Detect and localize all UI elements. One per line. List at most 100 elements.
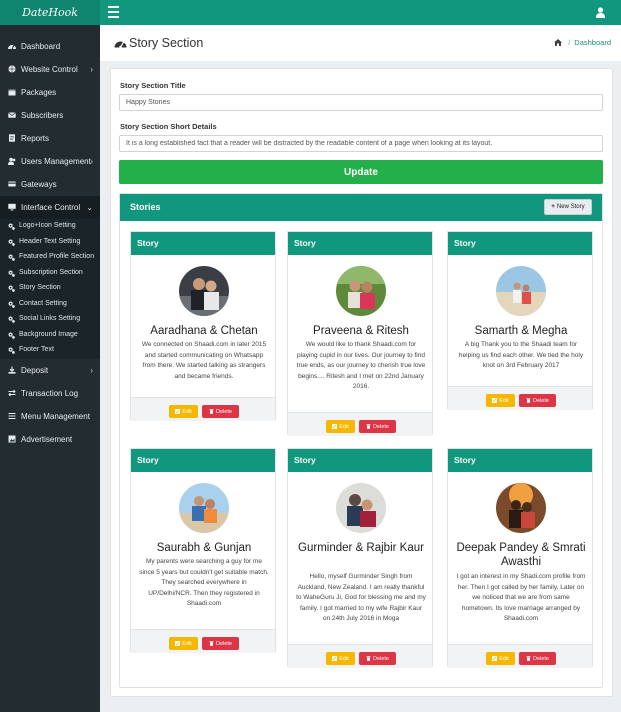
sidebar-item-label: Menu Management — [21, 412, 90, 421]
story-card-footer: Edit Delete — [131, 629, 275, 653]
trash-icon — [366, 423, 371, 429]
story-title-input[interactable] — [119, 94, 603, 111]
sidebar-subitem-subscription-section[interactable]: Subscription Section — [0, 266, 100, 281]
delete-button[interactable]: Delete — [202, 637, 239, 650]
cogs-icon — [8, 239, 15, 246]
delete-button[interactable]: Delete — [359, 652, 396, 665]
sidebar-item-subscribers[interactable]: Subscribers — [0, 104, 100, 127]
edit-label: Edit — [339, 655, 349, 662]
edit-button[interactable]: Edit — [326, 652, 355, 665]
sidebar-item-label: Gateways — [21, 180, 57, 189]
sidebar-subitem-footer-text[interactable]: Footer Text — [0, 343, 100, 358]
delete-button[interactable]: Delete — [202, 405, 239, 418]
sidebar: Dashboard Website Control › Packages Sub… — [0, 25, 100, 712]
sidebar-subitem-contact-setting[interactable]: Contact Setting — [0, 297, 100, 312]
sidebar-item-advertisement[interactable]: Advertisement — [0, 428, 100, 451]
breadcrumb-separator: / — [568, 38, 571, 47]
couple-description: A big Thank you to the Shaadi team for h… — [458, 341, 584, 369]
breadcrumb-dashboard-link[interactable]: Dashboard — [574, 38, 611, 47]
edit-button[interactable]: Edit — [486, 394, 515, 407]
sidebar-subitem-label: Subscription Section — [19, 268, 83, 276]
couple-description: Hello, myself Gurminder Singh from Auckl… — [296, 573, 426, 622]
delete-button[interactable]: Delete — [519, 652, 556, 665]
delete-button[interactable]: Delete — [519, 394, 556, 407]
sidebar-item-users-management[interactable]: Users Management › — [0, 150, 100, 173]
story-card-header: Story — [288, 449, 432, 472]
story-card-footer: Edit Delete — [131, 397, 275, 421]
cogs-icon — [8, 301, 15, 308]
user-icon[interactable] — [596, 7, 605, 18]
package-icon — [8, 89, 16, 96]
story-card-footer: Edit Delete — [448, 386, 592, 410]
couple-photo — [496, 266, 546, 316]
sidebar-item-interface-control[interactable]: Interface Control ⌄ — [0, 196, 100, 219]
delete-label: Delete — [373, 655, 389, 662]
story-card: Story Gurminder & Rajbir Kaur Hello, mys… — [287, 448, 433, 668]
cogs-icon — [8, 316, 15, 323]
edit-button[interactable]: Edit — [486, 652, 515, 665]
story-card: Story Praveena & Ritesh We would like to… — [287, 231, 433, 436]
stories-panel-header: Stories + New Story — [120, 194, 602, 221]
sidebar-subitem-story-section[interactable]: Story Section — [0, 281, 100, 296]
story-details-input[interactable] — [119, 135, 603, 152]
brand-logo[interactable]: DateHook — [0, 0, 100, 25]
sidebar-item-label: Dashboard — [21, 42, 61, 51]
story-card-footer: Edit Delete — [288, 644, 432, 668]
edit-icon — [332, 655, 338, 661]
sidebar-item-label: Subscribers — [21, 111, 64, 120]
dashboard-icon — [114, 41, 127, 49]
story-card-header: Story — [131, 232, 275, 255]
breadcrumb: / Dashboard — [554, 38, 611, 47]
cogs-icon — [8, 270, 15, 277]
cogs-icon — [8, 254, 15, 261]
sidebar-subitem-label: Featured Profile Section — [19, 253, 95, 260]
story-card-header: Story — [288, 232, 432, 255]
sidebar-subitem-featured-profile-section[interactable]: Featured Profile Section — [0, 250, 100, 265]
story-card-header-label: Story — [294, 238, 316, 248]
delete-label: Delete — [533, 397, 549, 404]
cogs-icon — [8, 285, 15, 292]
edit-icon — [332, 423, 338, 429]
edit-label: Edit — [499, 655, 509, 662]
sidebar-item-transaction-log[interactable]: Transaction Log — [0, 382, 100, 405]
page-title: Story Section — [129, 36, 204, 50]
desktop-icon — [8, 203, 16, 211]
sidebar-subitem-label: Contact Setting — [19, 299, 67, 307]
new-story-button[interactable]: + New Story — [544, 199, 592, 215]
sidebar-subitem-label: Footer Text — [19, 346, 54, 353]
chevron-down-icon: ⌄ — [86, 203, 93, 212]
cogs-icon — [8, 347, 15, 354]
sidebar-item-deposit[interactable]: Deposit › — [0, 359, 100, 382]
couple-name: Aaradhana & Chetan — [150, 325, 258, 337]
sidebar-item-menu-management[interactable]: Menu Management — [0, 405, 100, 428]
cogs-icon — [8, 223, 15, 230]
stories-panel-title: Stories — [130, 202, 161, 212]
sidebar-subitem-label: Social Links Setting — [19, 315, 81, 322]
story-card: Story Aaradhana & Chetan We connected on… — [130, 231, 276, 421]
sidebar-item-packages[interactable]: Packages — [0, 81, 100, 104]
hamburger-menu-icon[interactable] — [108, 6, 119, 19]
page-header: Story Section / Dashboard — [100, 25, 621, 61]
sidebar-item-dashboard[interactable]: Dashboard — [0, 35, 100, 58]
sidebar-item-gateways[interactable]: Gateways — [0, 173, 100, 196]
edit-button[interactable]: Edit — [326, 420, 355, 433]
update-button[interactable]: Update — [119, 160, 603, 184]
story-card-header-label: Story — [137, 455, 159, 465]
top-navbar: DateHook — [0, 0, 621, 25]
sidebar-subitem-header-text-setting[interactable]: Header Text Setting — [0, 235, 100, 250]
edit-icon — [492, 397, 498, 403]
sidebar-item-reports[interactable]: Reports — [0, 127, 100, 150]
sidebar-subitem-social-links-setting[interactable]: Social Links Setting — [0, 312, 100, 327]
sidebar-item-website-control[interactable]: Website Control › — [0, 58, 100, 81]
sidebar-subitem-background-image[interactable]: Background Image — [0, 328, 100, 343]
home-icon[interactable] — [554, 39, 563, 46]
sidebar-subitem-logo-icon-setting[interactable]: Logo+Icon Setting — [0, 219, 100, 234]
trash-icon — [209, 640, 214, 646]
chevron-right-icon: › — [90, 65, 93, 74]
delete-button[interactable]: Delete — [359, 420, 396, 433]
edit-button[interactable]: Edit — [169, 637, 198, 650]
credit-card-icon — [8, 181, 16, 187]
edit-button[interactable]: Edit — [169, 405, 198, 418]
menu-icon — [8, 412, 16, 420]
plus-icon: + — [551, 204, 555, 210]
